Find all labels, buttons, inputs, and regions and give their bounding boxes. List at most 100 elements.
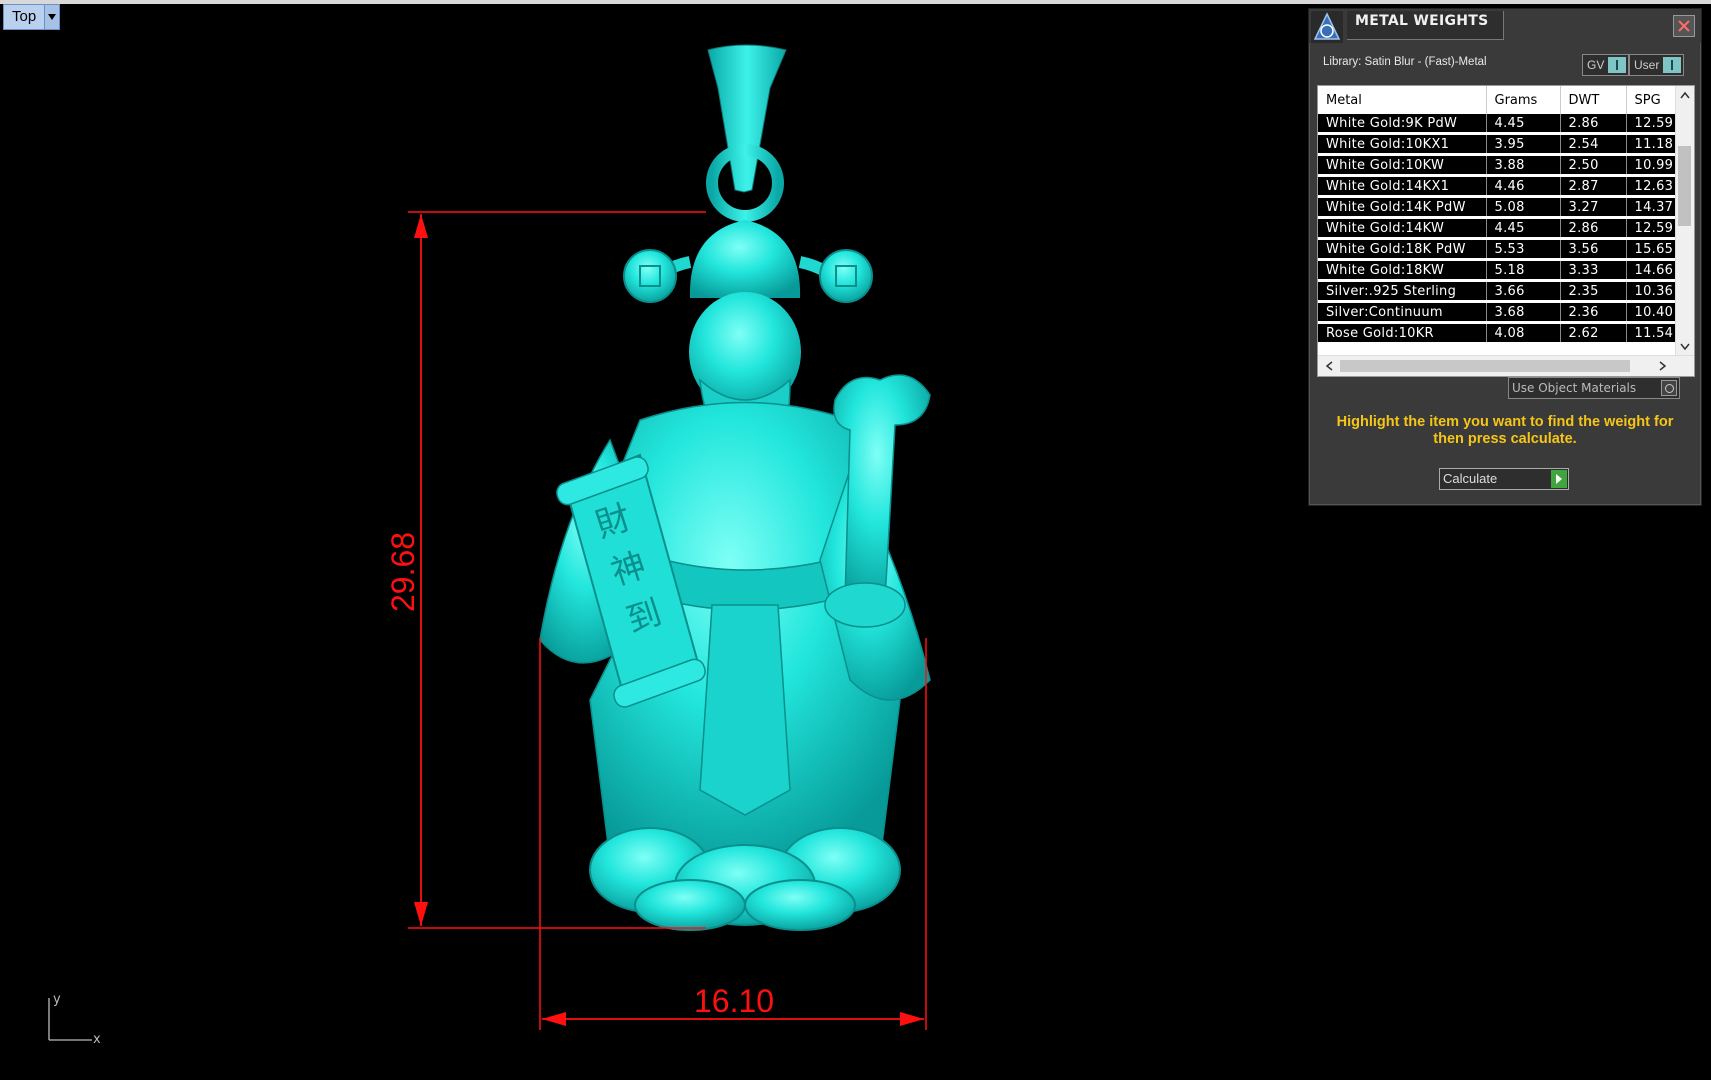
use-object-materials-label: Use Object Materials xyxy=(1512,381,1637,395)
metal-cell: White Gold:14K PdW xyxy=(1318,196,1487,219)
spg-cell: 11.18 xyxy=(1626,133,1677,156)
grams-cell: 5.18 xyxy=(1486,259,1561,282)
scroll-down-arrow-icon[interactable] xyxy=(1676,338,1694,356)
dwt-cell: 2.86 xyxy=(1560,217,1627,240)
grams-cell: 4.08 xyxy=(1486,322,1561,345)
grams-cell: 4.45 xyxy=(1486,217,1561,240)
table-row[interactable]: White Gold:10KX1 3.95 2.54 11.18 xyxy=(1318,133,1677,156)
spg-cell: 10.99 xyxy=(1626,154,1677,177)
grams-cell: 4.46 xyxy=(1486,175,1561,198)
width-dimension-label: 16.10 xyxy=(694,983,774,1019)
metal-weights-table: Metal Grams DWT SPG White Gold:9K PdW 4.4… xyxy=(1318,86,1677,345)
close-button[interactable] xyxy=(1673,15,1695,37)
use-object-materials-option[interactable]: Use Object Materials xyxy=(1508,377,1680,399)
metal-cell: White Gold:18K PdW xyxy=(1318,238,1487,261)
table-row[interactable]: Silver:.925 Sterling 3.66 2.35 10.36 xyxy=(1318,280,1677,303)
table-row[interactable]: White Gold:10KW 3.88 2.50 10.99 xyxy=(1318,154,1677,177)
metal-weights-panel: METAL WEIGHTS Library: Satin Blur - (Fas… xyxy=(1308,8,1702,506)
library-label: Library: Satin Blur - (Fast)-Metal xyxy=(1323,56,1487,68)
table-row[interactable]: White Gold:14K PdW 5.08 3.27 14.37 xyxy=(1318,196,1677,219)
horizontal-scrollbar[interactable] xyxy=(1318,355,1694,376)
play-arrow-icon xyxy=(1551,470,1567,488)
dwt-cell: 2.54 xyxy=(1560,133,1627,156)
matrix-logo-icon xyxy=(1311,11,1343,43)
spg-cell: 12.63 xyxy=(1626,175,1677,198)
axis-y-label: y xyxy=(53,992,61,1007)
hat-coin-right xyxy=(819,249,873,303)
metal-cell: Silver:Continuum xyxy=(1318,301,1487,324)
hat xyxy=(689,220,801,298)
spg-cell: 15.65 xyxy=(1626,238,1677,261)
robe-center-panel xyxy=(699,604,791,816)
grams-cell: 4.45 xyxy=(1486,114,1561,135)
metal-cell: White Gold:14KX1 xyxy=(1318,175,1487,198)
radio-icon[interactable] xyxy=(1661,380,1677,396)
grams-cell: 5.53 xyxy=(1486,238,1561,261)
table-row[interactable]: Silver:Continuum 3.68 2.36 10.40 xyxy=(1318,301,1677,324)
table-row[interactable]: White Gold:14KW 4.45 2.86 12.59 xyxy=(1318,217,1677,240)
height-dimension-label: 29.68 xyxy=(385,532,421,612)
scrollbar-thumb[interactable] xyxy=(1340,360,1630,372)
spg-cell: 10.36 xyxy=(1626,280,1677,303)
spg-cell: 12.59 xyxy=(1626,217,1677,240)
metal-cell: White Gold:18KW xyxy=(1318,259,1487,282)
axis-x-label: x xyxy=(93,1032,101,1047)
metal-cell: White Gold:9K PdW xyxy=(1318,114,1487,135)
ruyi-scepter xyxy=(833,374,931,601)
spg-cell: 12.59 xyxy=(1626,114,1677,135)
table-row[interactable]: White Gold:18KW 5.18 3.33 14.66 xyxy=(1318,259,1677,282)
scroll-right-arrow-icon[interactable] xyxy=(1654,356,1672,376)
instructions-text: Highlight the item you want to find the … xyxy=(1336,414,1674,447)
dwt-cell: 3.33 xyxy=(1560,259,1627,282)
gv-toggle-label: GV xyxy=(1587,58,1605,72)
panel-titlebar[interactable]: METAL WEIGHTS xyxy=(1309,9,1701,43)
dwt-cell: 2.36 xyxy=(1560,301,1627,324)
table-row[interactable]: White Gold:9K PdW 4.45 2.86 12.59 xyxy=(1318,114,1677,135)
rhino-viewport[interactable]: Top 財 神 到 29.68 16.10 y x METAL WEIGHTS … xyxy=(0,0,1711,1080)
toggle-switch-icon xyxy=(1608,57,1627,73)
toggle-switch-icon xyxy=(1663,57,1682,73)
panel-title: METAL WEIGHTS xyxy=(1347,11,1504,40)
dwt-cell: 2.35 xyxy=(1560,280,1627,303)
user-toggle[interactable]: User xyxy=(1629,54,1685,76)
grams-cell: 5.08 xyxy=(1486,196,1561,219)
calculate-button[interactable]: Calculate xyxy=(1439,468,1569,490)
dwt-cell: 3.27 xyxy=(1560,196,1627,219)
spg-cell: 14.37 xyxy=(1626,196,1677,219)
dwt-cell: 2.62 xyxy=(1560,322,1627,345)
scrollbar-thumb[interactable] xyxy=(1678,146,1691,226)
dwt-cell: 2.50 xyxy=(1560,154,1627,177)
spg-cell: 10.40 xyxy=(1626,301,1677,324)
metal-weights-table-container[interactable]: Metal Grams DWT SPG White Gold:9K PdW 4.4… xyxy=(1317,85,1695,377)
hand-right xyxy=(824,582,906,628)
column-header-grams[interactable]: Grams xyxy=(1486,86,1561,114)
user-toggle-label: User xyxy=(1634,58,1660,72)
grams-cell: 3.88 xyxy=(1486,154,1561,177)
pendant-model[interactable]: 財 神 到 xyxy=(539,44,931,931)
close-icon xyxy=(1678,20,1690,32)
grams-cell: 3.66 xyxy=(1486,280,1561,303)
grams-cell: 3.95 xyxy=(1486,133,1561,156)
table-row[interactable]: White Gold:18K PdW 5.53 3.56 15.65 xyxy=(1318,238,1677,261)
dwt-cell: 2.87 xyxy=(1560,175,1627,198)
metal-cell: White Gold:10KX1 xyxy=(1318,133,1487,156)
dwt-cell: 2.86 xyxy=(1560,114,1627,135)
hat-coin-left xyxy=(623,249,677,303)
table-row[interactable]: Rose Gold:10KR 4.08 2.62 11.54 xyxy=(1318,322,1677,345)
scroll-left-arrow-icon[interactable] xyxy=(1320,356,1338,376)
scroll-up-arrow-icon[interactable] xyxy=(1676,86,1694,104)
column-header-spg[interactable]: SPG xyxy=(1626,86,1677,114)
gv-toggle[interactable]: GV xyxy=(1582,54,1630,76)
table-row[interactable]: White Gold:14KX1 4.46 2.87 12.63 xyxy=(1318,175,1677,198)
vertical-scrollbar[interactable] xyxy=(1675,86,1694,356)
dwt-cell: 3.56 xyxy=(1560,238,1627,261)
axis-indicator: y x xyxy=(48,992,101,1047)
metal-cell: Rose Gold:10KR xyxy=(1318,322,1487,345)
metal-cell: White Gold:14KW xyxy=(1318,217,1487,240)
spg-cell: 11.54 xyxy=(1626,322,1677,345)
grams-cell: 3.68 xyxy=(1486,301,1561,324)
calculate-label: Calculate xyxy=(1443,471,1498,486)
column-header-metal[interactable]: Metal xyxy=(1318,86,1487,114)
column-header-dwt[interactable]: DWT xyxy=(1560,86,1627,114)
table-header-row: Metal Grams DWT SPG xyxy=(1318,86,1677,114)
